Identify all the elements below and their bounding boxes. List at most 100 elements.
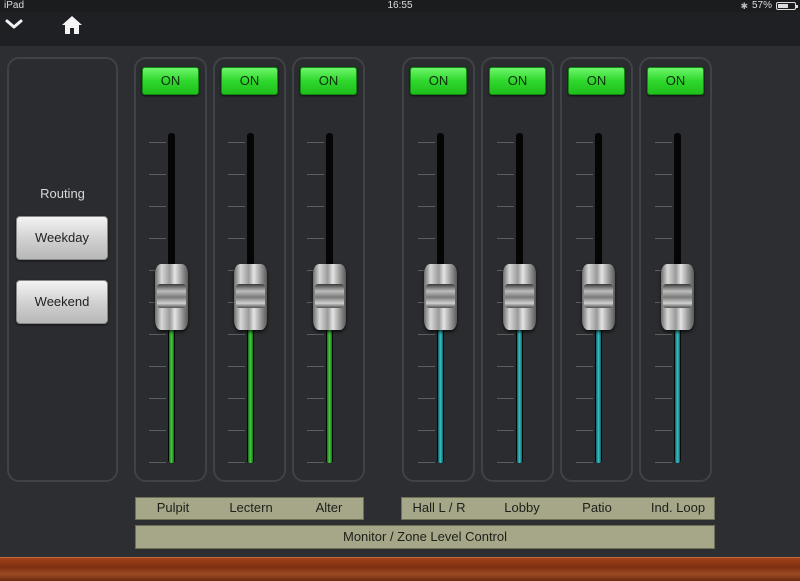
fader-tick	[655, 430, 672, 431]
fader-tick	[497, 206, 514, 207]
fader-tick	[228, 366, 245, 367]
fader-tick	[418, 238, 435, 239]
battery-percent: 57%	[751, 0, 772, 11]
fader-tick	[228, 238, 245, 239]
channel-label-patio: Patio	[582, 500, 612, 515]
fader-level-fill-lectern	[248, 326, 253, 463]
fader-knob-patio[interactable]	[582, 264, 615, 330]
channel-label-alter: Alter	[315, 500, 343, 515]
fader-tick	[307, 398, 324, 399]
fader-tick	[655, 398, 672, 399]
on-button-hall[interactable]: ON	[410, 67, 467, 95]
status-right: ✱ 57%	[740, 0, 798, 12]
fader-tick	[307, 174, 324, 175]
fader-tick	[418, 334, 435, 335]
channel-label-ind-loop: Ind. Loop	[650, 500, 706, 515]
fader-tick	[576, 174, 593, 175]
fader-tick	[307, 462, 324, 463]
fader-tick	[149, 430, 166, 431]
nav-bar	[0, 12, 800, 46]
fader-tick	[576, 334, 593, 335]
fader-tick	[655, 174, 672, 175]
fader-tick	[497, 366, 514, 367]
fader-tick	[418, 142, 435, 143]
channel-label-hall: Hall L / R	[412, 500, 466, 515]
fader-tick	[149, 206, 166, 207]
fader-tick	[149, 334, 166, 335]
fader-tick	[149, 174, 166, 175]
fader-tick	[497, 142, 514, 143]
on-button-ind-loop[interactable]: ON	[647, 67, 704, 95]
channel-label-lectern: Lectern	[229, 500, 273, 515]
fader-tick	[418, 430, 435, 431]
fader-tick	[307, 206, 324, 207]
fader-tick	[228, 206, 245, 207]
fader-level-fill-alter	[327, 326, 332, 463]
status-bar: iPad 16:55 ✱ 57%	[0, 0, 800, 12]
fader-knob-ind-loop[interactable]	[661, 264, 694, 330]
home-icon[interactable]	[60, 14, 84, 36]
fader-tick	[655, 206, 672, 207]
on-button-lobby[interactable]: ON	[489, 67, 546, 95]
fader-tick	[307, 238, 324, 239]
fader-tick	[497, 462, 514, 463]
fader-tick	[655, 142, 672, 143]
fader-tick	[497, 334, 514, 335]
fader-level-fill-ind-loop	[675, 326, 680, 463]
fader-tick	[149, 238, 166, 239]
fader-tick	[655, 462, 672, 463]
fader-tick	[655, 334, 672, 335]
routing-label: Routing	[40, 186, 85, 201]
fader-level-fill-hall	[438, 326, 443, 463]
on-button-patio[interactable]: ON	[568, 67, 625, 95]
fader-tick	[228, 398, 245, 399]
fader-tick	[228, 334, 245, 335]
battery-icon	[776, 2, 798, 10]
fader-tick	[228, 462, 245, 463]
fader-tick	[228, 174, 245, 175]
chevron-down-icon[interactable]	[4, 16, 24, 32]
fader-tick	[307, 430, 324, 431]
fader-tick	[307, 142, 324, 143]
on-button-pulpit[interactable]: ON	[142, 67, 199, 95]
fader-tick	[576, 142, 593, 143]
on-button-alter[interactable]: ON	[300, 67, 357, 95]
weekend-button[interactable]: Weekend	[16, 280, 108, 324]
fader-tick	[418, 398, 435, 399]
fader-tick	[418, 462, 435, 463]
fader-knob-lectern[interactable]	[234, 264, 267, 330]
weekday-button[interactable]: Weekday	[16, 216, 108, 260]
bluetooth-icon: ✱	[740, 1, 748, 11]
fader-tick	[655, 238, 672, 239]
fader-tick	[418, 206, 435, 207]
fader-tick	[576, 238, 593, 239]
fader-knob-lobby[interactable]	[503, 264, 536, 330]
wood-trim	[0, 557, 800, 581]
fader-tick	[655, 366, 672, 367]
channel-label-pulpit: Pulpit	[156, 500, 190, 515]
fader-knob-pulpit[interactable]	[155, 264, 188, 330]
routing-panel	[7, 57, 118, 482]
fader-tick	[149, 142, 166, 143]
fader-tick	[576, 398, 593, 399]
fader-level-fill-pulpit	[169, 326, 174, 463]
fader-knob-hall[interactable]	[424, 264, 457, 330]
fader-tick	[149, 398, 166, 399]
fader-tick	[418, 174, 435, 175]
fader-level-fill-patio	[596, 326, 601, 463]
fader-tick	[228, 142, 245, 143]
fader-tick	[497, 430, 514, 431]
fader-tick	[497, 238, 514, 239]
channel-label-lobby: Lobby	[504, 500, 540, 515]
on-button-lectern[interactable]: ON	[221, 67, 278, 95]
clock: 16:55	[387, 0, 413, 11]
fader-tick	[576, 366, 593, 367]
fader-tick	[149, 366, 166, 367]
fader-tick	[497, 398, 514, 399]
fader-tick	[307, 334, 324, 335]
fader-level-fill-lobby	[517, 326, 522, 463]
fader-tick	[576, 430, 593, 431]
fader-knob-alter[interactable]	[313, 264, 346, 330]
fader-tick	[149, 462, 166, 463]
fader-tick	[576, 206, 593, 207]
